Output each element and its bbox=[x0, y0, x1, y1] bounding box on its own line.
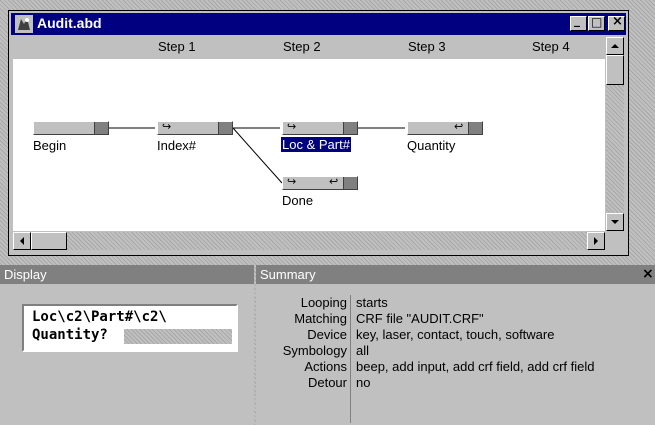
display-fill-pattern bbox=[124, 329, 232, 344]
display-pane-title: Display bbox=[0, 265, 254, 284]
summary-row: Device key, laser, contact, touch, softw… bbox=[256, 327, 655, 343]
close-button[interactable]: × bbox=[608, 14, 625, 31]
summary-value: no bbox=[356, 375, 371, 390]
summary-value: starts bbox=[356, 295, 388, 310]
horizontal-scroll-thumb[interactable] bbox=[31, 232, 67, 250]
summary-value: all bbox=[356, 343, 370, 358]
summary-row: Symbology all bbox=[256, 343, 655, 359]
node-begin-label: Begin bbox=[33, 138, 67, 153]
node-index[interactable]: ↪ bbox=[157, 120, 233, 135]
summary-key: Actions bbox=[304, 359, 347, 374]
scroll-left-button[interactable] bbox=[13, 232, 31, 250]
summary-row: Detour no bbox=[256, 375, 655, 391]
arrow-up-icon bbox=[611, 44, 619, 48]
summary-value: beep, add input, add crf field, add crf … bbox=[356, 359, 595, 374]
main-window: Audit.abd _ □ × Step 1 Step 2 Step 3 Ste… bbox=[8, 10, 629, 256]
title-bar[interactable]: Audit.abd _ □ × bbox=[11, 13, 626, 35]
display-pane: Display Loc\c2\Part#\c2\ Quantity? bbox=[0, 265, 254, 425]
scroll-down-button[interactable] bbox=[606, 213, 624, 231]
summary-key: Detour bbox=[307, 375, 347, 390]
step-header-3: Step 3 bbox=[408, 39, 446, 54]
step-header-4: Step 4 bbox=[532, 39, 570, 54]
summary-row: Looping starts bbox=[256, 295, 655, 311]
summary-pane: Summary × Looping starts Matching CRF fi… bbox=[256, 265, 655, 425]
maximize-icon: □ bbox=[591, 15, 603, 29]
minimize-icon: _ bbox=[574, 13, 580, 27]
summary-key: Device bbox=[307, 327, 347, 342]
node-begin[interactable] bbox=[33, 121, 109, 135]
node-quantity-label: Quantity bbox=[407, 138, 456, 153]
node-index-label: Index# bbox=[157, 138, 197, 153]
close-icon: × bbox=[612, 14, 623, 29]
node-quantity[interactable]: ↩ bbox=[407, 120, 483, 135]
forward-arrow-icon: ↪ bbox=[287, 120, 297, 133]
step-header-1: Step 1 bbox=[158, 39, 196, 54]
scroll-right-button[interactable] bbox=[587, 232, 605, 250]
display-line-1: Loc\c2\Part#\c2\ bbox=[32, 309, 167, 325]
summary-row: Matching CRF file "AUDIT.CRF" bbox=[256, 311, 655, 327]
maximize-button[interactable]: □ bbox=[588, 15, 605, 31]
app-icon[interactable] bbox=[15, 15, 33, 33]
step-header-2: Step 2 bbox=[283, 39, 321, 54]
flow-canvas[interactable]: Begin ↪ Index# ↪ Loc & Part# ↩ Quantity … bbox=[13, 59, 605, 231]
arrow-down-icon bbox=[611, 220, 619, 224]
node-done-label: Done bbox=[282, 193, 314, 208]
node-loc-part[interactable]: ↪ bbox=[282, 120, 358, 135]
forward-arrow-icon: ↪ bbox=[162, 120, 172, 133]
back-arrow-icon: ↩ bbox=[329, 175, 339, 188]
step-header: Step 1 Step 2 Step 3 Step 4 bbox=[13, 37, 605, 57]
scroll-up-button[interactable] bbox=[606, 37, 624, 55]
summary-row: Actions beep, add input, add crf field, … bbox=[256, 359, 655, 375]
summary-close-icon[interactable]: × bbox=[642, 266, 654, 282]
summary-value: CRF file "AUDIT.CRF" bbox=[356, 311, 484, 326]
arrow-left-icon bbox=[20, 237, 24, 245]
summary-pane-title: Summary bbox=[256, 265, 655, 284]
arrow-right-icon bbox=[594, 237, 598, 245]
desktop: { "window": { "title": "Audit.abd", "min… bbox=[0, 0, 655, 425]
minimize-button[interactable]: _ bbox=[570, 13, 587, 31]
node-done[interactable]: ↪ ↩ bbox=[282, 175, 358, 190]
summary-key: Symbology bbox=[282, 343, 347, 358]
node-loc-part-label-selected[interactable]: Loc & Part# bbox=[281, 137, 351, 152]
window-title: Audit.abd bbox=[37, 15, 102, 31]
horizontal-scrollbar[interactable] bbox=[13, 232, 605, 250]
vertical-scroll-thumb[interactable] bbox=[606, 55, 624, 85]
back-arrow-icon: ↩ bbox=[454, 120, 464, 133]
summary-value: key, laser, contact, touch, software bbox=[356, 327, 555, 342]
display-line-2: Quantity? bbox=[32, 327, 108, 343]
summary-key: Looping bbox=[300, 295, 347, 310]
vertical-scrollbar[interactable] bbox=[606, 37, 624, 231]
display-preview: Loc\c2\Part#\c2\ Quantity? bbox=[22, 304, 238, 352]
summary-key: Matching bbox=[294, 311, 347, 326]
forward-arrow-icon: ↪ bbox=[287, 175, 297, 188]
